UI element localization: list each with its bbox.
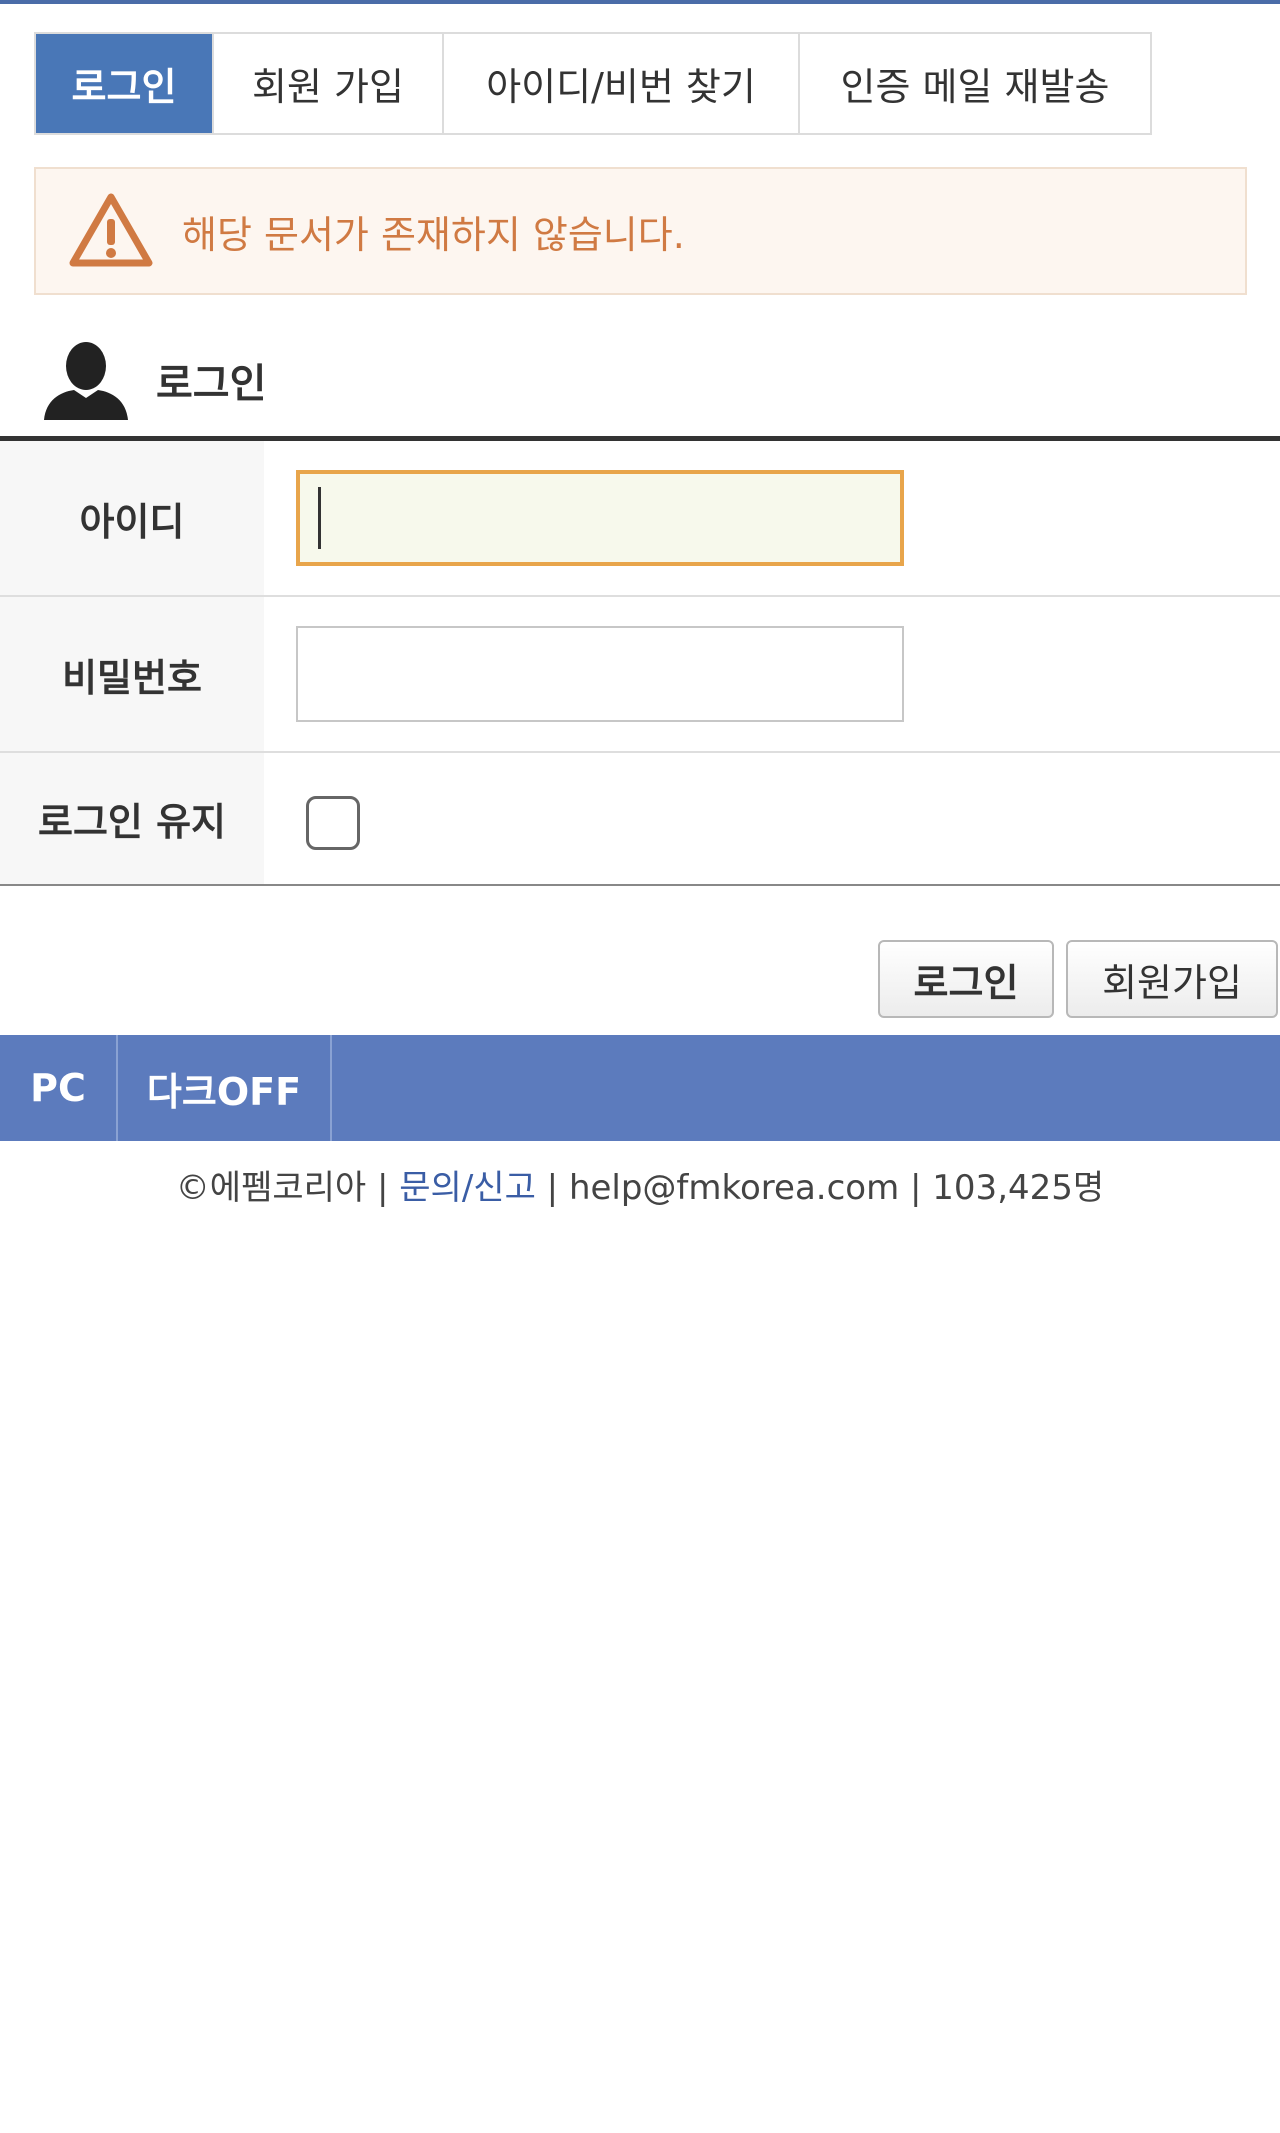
section-title: 로그인 [156,361,267,407]
warning-icon [69,193,153,267]
alert-message: 해당 문서가 존재하지 않습니다. [182,212,685,257]
id-input[interactable] [296,470,904,566]
pc-version-button[interactable]: PC [0,1035,118,1141]
id-row: 아이디 [0,441,1280,597]
footer-separator: | [366,1168,400,1208]
top-accent-line [0,0,1280,4]
footer-copyright: ©에펨코리아 [175,1168,367,1208]
bottom-bar: PC 다크OFF [0,1035,1280,1141]
password-row: 비밀번호 [0,597,1280,753]
tab-login[interactable]: 로그인 [36,34,214,133]
keep-login-checkbox[interactable] [306,795,360,850]
member-tabs: 로그인 회원 가입 아이디/비번 찾기 인증 메일 재발송 [34,32,1152,135]
tab-signup[interactable]: 회원 가입 [214,34,444,133]
dark-mode-toggle[interactable]: 다크OFF [118,1035,332,1141]
login-section-header: 로그인 [40,338,266,422]
password-input[interactable] [296,626,904,722]
keep-login-row: 로그인 유지 [0,753,1280,886]
id-label: 아이디 [0,441,264,595]
tab-find-account[interactable]: 아이디/비번 찾기 [444,34,800,133]
signup-button[interactable]: 회원가입 [1066,940,1278,1018]
footer-user-count: 103,425명 [932,1168,1105,1208]
tab-resend-auth-mail[interactable]: 인증 메일 재발송 [800,34,1150,133]
footer-separator: | [535,1168,569,1208]
footer-inquiry-link[interactable]: 문의/신고 [399,1168,536,1208]
footer-email: help@fmkorea.com [568,1168,900,1208]
footer: ©에펨코리아 | 문의/신고 | help@fmkorea.com | 103,… [0,1160,1280,1209]
error-alert: 해당 문서가 존재하지 않습니다. [34,167,1247,295]
user-icon [44,342,128,420]
password-label: 비밀번호 [0,597,264,751]
login-button[interactable]: 로그인 [878,940,1054,1018]
keep-login-label: 로그인 유지 [0,753,264,884]
text-caret [318,487,321,549]
login-form: 아이디 비밀번호 로그인 유지 [0,436,1280,886]
footer-separator: | [899,1168,933,1208]
